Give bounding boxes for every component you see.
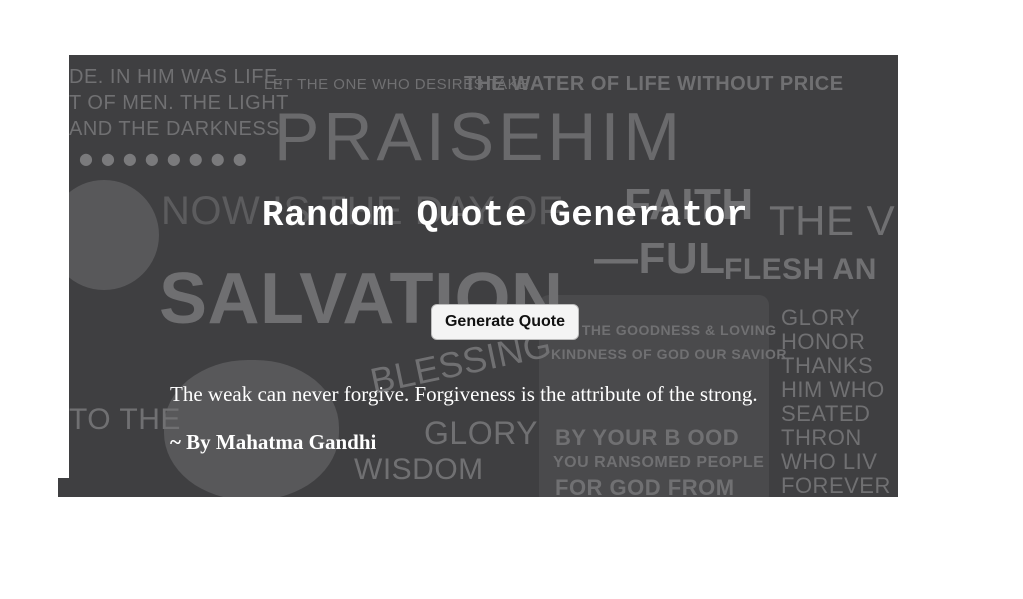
generate-quote-button[interactable]: Generate Quote (431, 304, 579, 340)
background-bubble-speech (164, 360, 339, 497)
bg-word: TO THE (69, 403, 181, 436)
bg-word: DE. IN HIM WAS LIFE, (69, 66, 284, 88)
bg-word: AND THE DARKNESS (69, 118, 281, 140)
background-dots: ●●●●●●●● (79, 149, 255, 168)
page-title: Random Quote Generator (261, 195, 749, 236)
bg-word: THE WATER OF LIFE WITHOUT PRICE (464, 73, 844, 95)
bg-word: T OF MEN. THE LIGHT (69, 92, 289, 114)
bg-word: FLESH AN (724, 253, 877, 286)
quote-text: The weak can never forgive. Forgiveness … (170, 382, 758, 406)
bg-word: FOR GOD FROM (555, 475, 735, 498)
page: DE. IN HIM WAS LIFE, T OF MEN. THE LIGHT… (0, 0, 1023, 599)
background-edge-tab (58, 478, 69, 497)
bg-word: LET THE ONE WHO DESIRES TAKE (264, 76, 529, 93)
quote-author: ~ By Mahatma Gandhi (170, 430, 377, 454)
bg-word: HONOR (781, 329, 866, 354)
bg-word: WHO LIV (781, 449, 878, 474)
bg-word: THRON (781, 425, 862, 450)
bg-word: FOREVER (781, 473, 891, 497)
bg-word: SEATED (781, 401, 871, 426)
bg-word: THANKS (781, 353, 874, 378)
bg-word: BY YOUR B OOD (555, 425, 740, 450)
bg-word: —FUL (594, 234, 726, 283)
bg-word: GLORY (424, 415, 538, 451)
bg-word: HIM WHO (781, 377, 885, 402)
bg-word: WISDOM (354, 453, 484, 486)
bg-word: KINDNESS OF GOD OUR SAVIOR (551, 346, 787, 362)
bg-word: YOU RANSOMED PEOPLE (553, 454, 765, 471)
bg-word: EN THE GOODNESS & LOVING (557, 322, 777, 338)
bg-word: GLORY (781, 305, 861, 330)
bg-word: PRAISEHIM (274, 99, 685, 175)
